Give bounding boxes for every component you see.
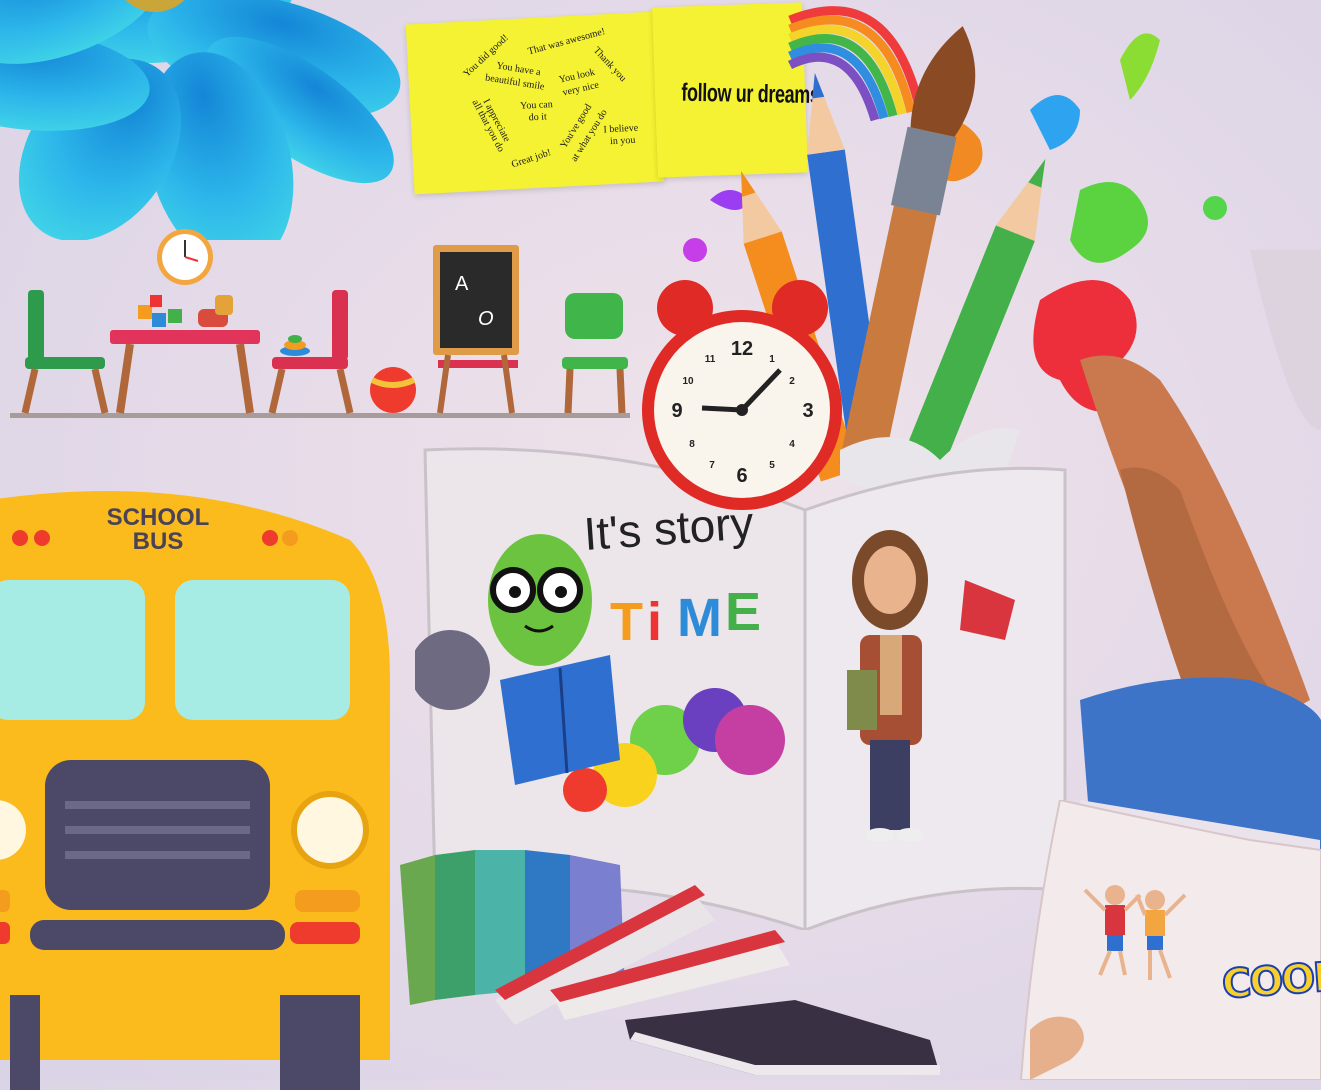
clock-num: 12 bbox=[731, 338, 753, 360]
classroom-scene: A O bbox=[10, 229, 630, 418]
cool-sticker: COOL bbox=[1220, 953, 1321, 1009]
clock-num: 10 bbox=[682, 376, 694, 387]
clock-num: 8 bbox=[689, 439, 695, 450]
time-letter-m: M bbox=[677, 588, 722, 648]
note-phrase: You can bbox=[519, 99, 554, 112]
chalkboard-letter-a: A bbox=[455, 273, 469, 295]
school-bus: SCHOOL BUS bbox=[0, 491, 390, 1090]
clock-num: 9 bbox=[671, 400, 682, 422]
clock-num: 6 bbox=[736, 465, 747, 487]
time-letter-i: i bbox=[647, 592, 662, 652]
bus-label-bus: BUS bbox=[133, 528, 184, 555]
clock-num: 4 bbox=[789, 439, 795, 450]
clock-num: 7 bbox=[709, 460, 715, 471]
kids-book bbox=[1019, 800, 1321, 1080]
clock-num: 1 bbox=[769, 354, 775, 365]
clock-num: 5 bbox=[769, 460, 775, 471]
chalkboard-letter-o: O bbox=[478, 308, 494, 330]
time-letter-e: E bbox=[725, 582, 761, 642]
wall-clock-icon bbox=[157, 229, 213, 285]
bus-label-school: SCHOOL bbox=[107, 504, 210, 531]
time-letter-t: T bbox=[610, 592, 643, 652]
note-phrase: do it bbox=[528, 111, 548, 124]
clock-num: 3 bbox=[802, 400, 813, 422]
alarm-clock: 12 1 2 3 4 5 6 7 8 9 10 11 bbox=[642, 280, 842, 510]
book-stack bbox=[400, 850, 940, 1075]
clock-num: 2 bbox=[789, 376, 795, 387]
clock-num: 11 bbox=[705, 354, 716, 365]
note-phrase: Great job! bbox=[510, 147, 553, 171]
